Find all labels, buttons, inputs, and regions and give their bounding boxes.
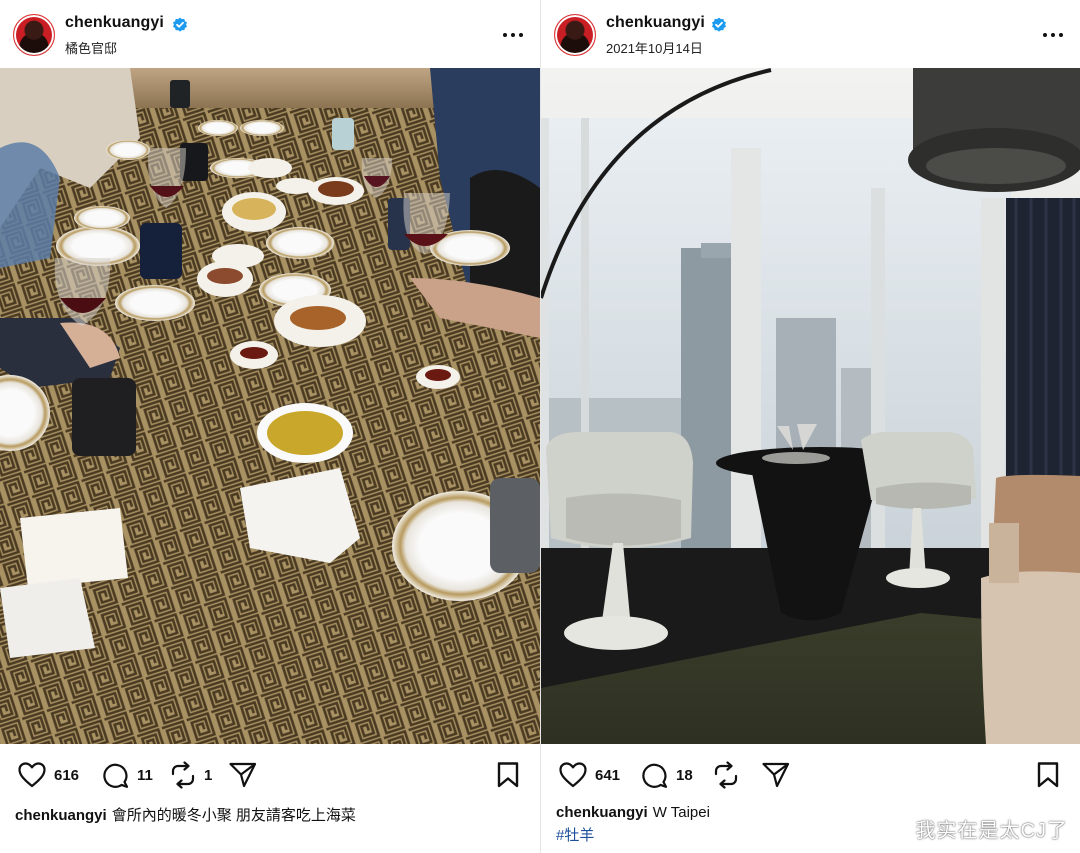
avatar[interactable] xyxy=(13,14,55,56)
post-location[interactable]: 橘色官邸 xyxy=(65,38,117,57)
verified-badge-icon xyxy=(712,17,726,32)
like-button[interactable]: 641 xyxy=(559,760,620,790)
repost-icon xyxy=(171,761,195,789)
post-actions: 616 11 1 xyxy=(0,756,540,792)
caption-text: W Taipei xyxy=(652,804,710,821)
like-button[interactable]: 616 xyxy=(18,760,79,790)
repost-count: 1 xyxy=(204,766,213,784)
share-button[interactable] xyxy=(229,760,257,790)
send-icon xyxy=(229,762,257,788)
watermark-text: 我实在是太CJ了 xyxy=(915,820,1068,842)
post-caption: chenkuangyi W Taipei xyxy=(556,804,710,821)
bookmark-icon[interactable] xyxy=(1036,762,1060,788)
heart-icon xyxy=(18,762,46,788)
more-options-icon[interactable] xyxy=(1042,24,1064,44)
username[interactable]: chenkuangyi xyxy=(65,14,164,32)
bookmark-icon[interactable] xyxy=(496,762,520,788)
avatar[interactable] xyxy=(554,14,596,56)
caption-username[interactable]: chenkuangyi xyxy=(15,807,107,824)
comment-bubble-icon xyxy=(103,763,129,788)
post-card: chenkuangyi 2021年10月14日 641 18 chenkuang… xyxy=(541,0,1080,853)
repost-button[interactable]: 1 xyxy=(170,760,212,790)
caption-text: 會所內的暖冬小聚 朋友請客吃上海菜 xyxy=(111,807,356,824)
post-photo[interactable] xyxy=(0,68,540,744)
like-count: 641 xyxy=(595,766,621,784)
hashtag-link[interactable]: #牡羊 xyxy=(556,824,594,845)
comment-button[interactable]: 18 xyxy=(641,760,693,790)
like-count: 616 xyxy=(54,766,80,784)
repost-button[interactable] xyxy=(713,760,739,790)
send-icon xyxy=(762,762,790,788)
share-button[interactable] xyxy=(762,760,790,790)
hotel-room-photo xyxy=(541,68,1080,744)
verified-badge-icon xyxy=(173,17,187,32)
comment-count: 11 xyxy=(137,766,153,784)
post-header: chenkuangyi 橘色官邸 xyxy=(0,0,540,68)
comment-count: 18 xyxy=(676,766,693,784)
heart-icon xyxy=(559,762,587,788)
more-options-icon[interactable] xyxy=(502,24,524,44)
post-caption: chenkuangyi 會所內的暖冬小聚 朋友請客吃上海菜 xyxy=(15,804,356,825)
caption-username[interactable]: chenkuangyi xyxy=(556,804,648,821)
post-card: chenkuangyi 橘色官邸 616 11 1 chenkuangyi 會所… xyxy=(0,0,540,853)
post-actions: 641 18 xyxy=(541,756,1080,792)
post-date: 2021年10月14日 xyxy=(606,41,703,56)
post-header: chenkuangyi 2021年10月14日 xyxy=(541,0,1080,68)
comment-bubble-icon xyxy=(642,763,668,788)
username[interactable]: chenkuangyi xyxy=(606,14,705,32)
post-photo[interactable] xyxy=(541,68,1080,744)
comment-button[interactable]: 11 xyxy=(102,760,153,790)
dinner-table-photo xyxy=(0,68,540,744)
repost-icon xyxy=(714,761,738,789)
